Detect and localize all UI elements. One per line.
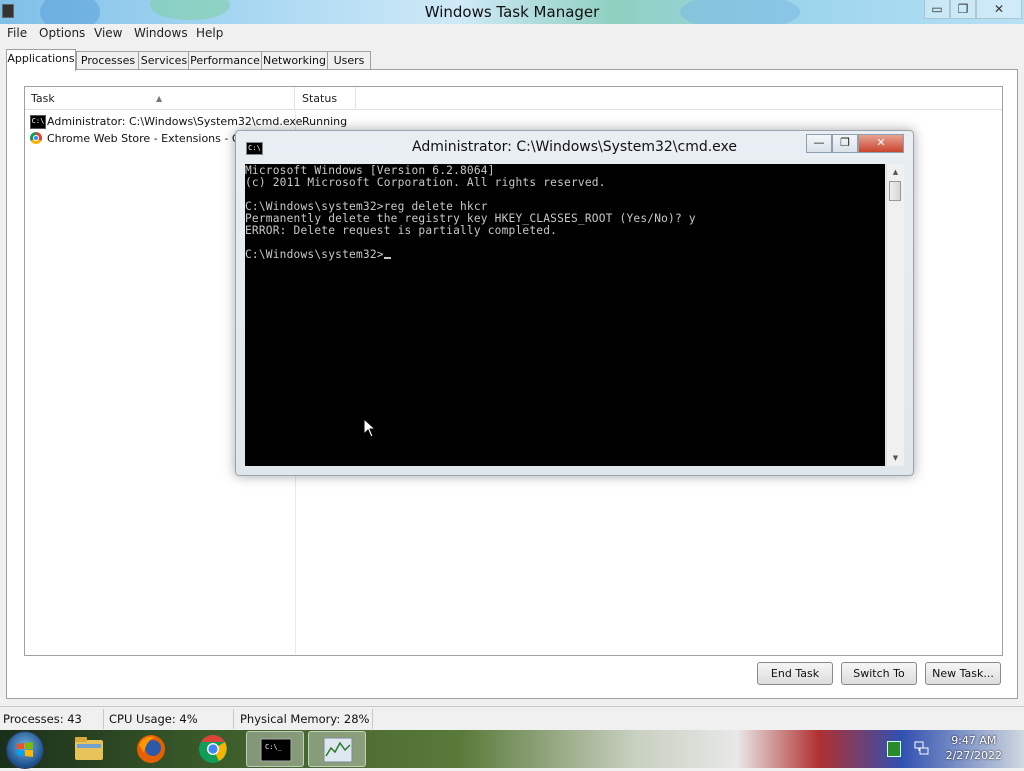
column-task-label: Task — [31, 92, 55, 105]
status-separator — [372, 709, 373, 729]
start-button[interactable] — [6, 731, 44, 769]
menu-windows[interactable]: Windows — [134, 26, 188, 40]
physical-memory: Physical Memory: 28% — [240, 712, 370, 726]
list-header: Task ▲ Status — [25, 87, 1002, 110]
system-clock[interactable]: 9:47 AM 2/27/2022 — [946, 733, 1002, 763]
taskbar: C:\_ 9:47 AM 2/27/2022 — [0, 730, 1024, 769]
tab-services[interactable]: Services — [138, 51, 190, 70]
restore-button[interactable]: ❐ — [950, 0, 976, 19]
status-bar: Processes: 43 CPU Usage: 4% Physical Mem… — [0, 706, 1024, 731]
menu-file[interactable]: File — [7, 26, 27, 40]
taskbar-task-manager[interactable] — [308, 731, 366, 767]
end-task-button[interactable]: End Task — [757, 662, 833, 685]
window-title: Windows Task Manager — [424, 3, 600, 21]
task-row[interactable]: C:\ Administrator: C:\Windows\System32\c… — [25, 113, 1002, 130]
cpu-usage: CPU Usage: 4% — [109, 712, 198, 726]
console-output[interactable]: Microsoft Windows [Version 6.2.8064] (c)… — [245, 164, 885, 466]
task-manager-icon — [323, 737, 353, 763]
scroll-up-icon[interactable]: ▲ — [887, 164, 904, 180]
cmd-icon: C:\ — [30, 115, 46, 129]
new-task-button[interactable]: New Task... — [925, 662, 1001, 685]
firefox-icon — [137, 735, 165, 763]
command-prompt-icon: C:\_ — [260, 738, 292, 762]
title-bar[interactable]: Windows Task Manager ▭ ❐ ✕ — [0, 0, 1024, 32]
console-text: Microsoft Windows [Version 6.2.8064] (c)… — [245, 165, 696, 261]
tab-users[interactable]: Users — [327, 51, 371, 70]
menu-view[interactable]: View — [94, 26, 122, 40]
console-line: ERROR: Delete request is partially compl… — [245, 224, 558, 237]
taskbar-chrome[interactable] — [184, 731, 242, 767]
taskbar-command-prompt[interactable]: C:\_ — [246, 731, 304, 767]
taskbar-explorer[interactable] — [60, 731, 118, 767]
clock-date: 2/27/2022 — [945, 749, 1002, 762]
menu-options[interactable]: Options — [39, 26, 85, 40]
processes-count: Processes: 43 — [3, 712, 82, 726]
switch-to-button[interactable]: Switch To — [841, 662, 917, 685]
column-task[interactable]: Task ▲ — [25, 87, 295, 109]
chrome-icon — [199, 735, 227, 763]
menu-bar: File Options View Windows Help — [0, 24, 1024, 42]
clock-time: 9:47 AM — [951, 734, 997, 747]
cmd-minimize-button[interactable]: — — [806, 134, 832, 153]
network-status-icon[interactable] — [887, 741, 901, 757]
console-line: (c) 2011 Microsoft Corporation. All righ… — [245, 176, 606, 189]
chrome-icon — [30, 132, 42, 144]
tab-networking[interactable]: Networking — [261, 51, 328, 70]
status-separator — [233, 709, 234, 729]
close-button[interactable]: ✕ — [976, 0, 1022, 19]
menu-help[interactable]: Help — [196, 26, 223, 40]
cmd-restore-button[interactable]: ❐ — [832, 134, 858, 153]
cmd-close-button[interactable]: ✕ — [858, 134, 904, 153]
tab-performance[interactable]: Performance — [188, 51, 262, 70]
taskbar-firefox[interactable] — [122, 731, 180, 767]
minimize-button[interactable]: ▭ — [924, 0, 950, 19]
svg-text:C:\_: C:\_ — [265, 743, 283, 751]
sort-ascending-icon: ▲ — [156, 94, 163, 103]
windows-logo-icon — [17, 742, 33, 757]
mouse-pointer-icon — [363, 418, 377, 438]
scroll-thumb[interactable] — [889, 181, 901, 201]
network-icon[interactable] — [914, 740, 930, 756]
column-status[interactable]: Status — [296, 87, 356, 109]
tab-processes[interactable]: Processes — [76, 51, 140, 70]
tab-applications[interactable]: Applications — [6, 49, 76, 71]
folder-icon — [75, 737, 103, 760]
console-line: C:\Windows\system32> — [245, 248, 384, 261]
task-name: Administrator: C:\Windows\System32\cmd.e… — [47, 115, 303, 128]
task-status: Running — [302, 115, 348, 128]
status-separator — [103, 709, 104, 729]
cmd-window[interactable]: C:\ Administrator: C:\Windows\System32\c… — [235, 130, 914, 476]
vertical-scrollbar[interactable]: ▲ ▼ — [886, 164, 904, 466]
scroll-down-icon[interactable]: ▼ — [887, 450, 904, 466]
text-cursor — [383, 257, 391, 259]
task-name: Chrome Web Store - Extensions - Goog — [47, 132, 261, 145]
